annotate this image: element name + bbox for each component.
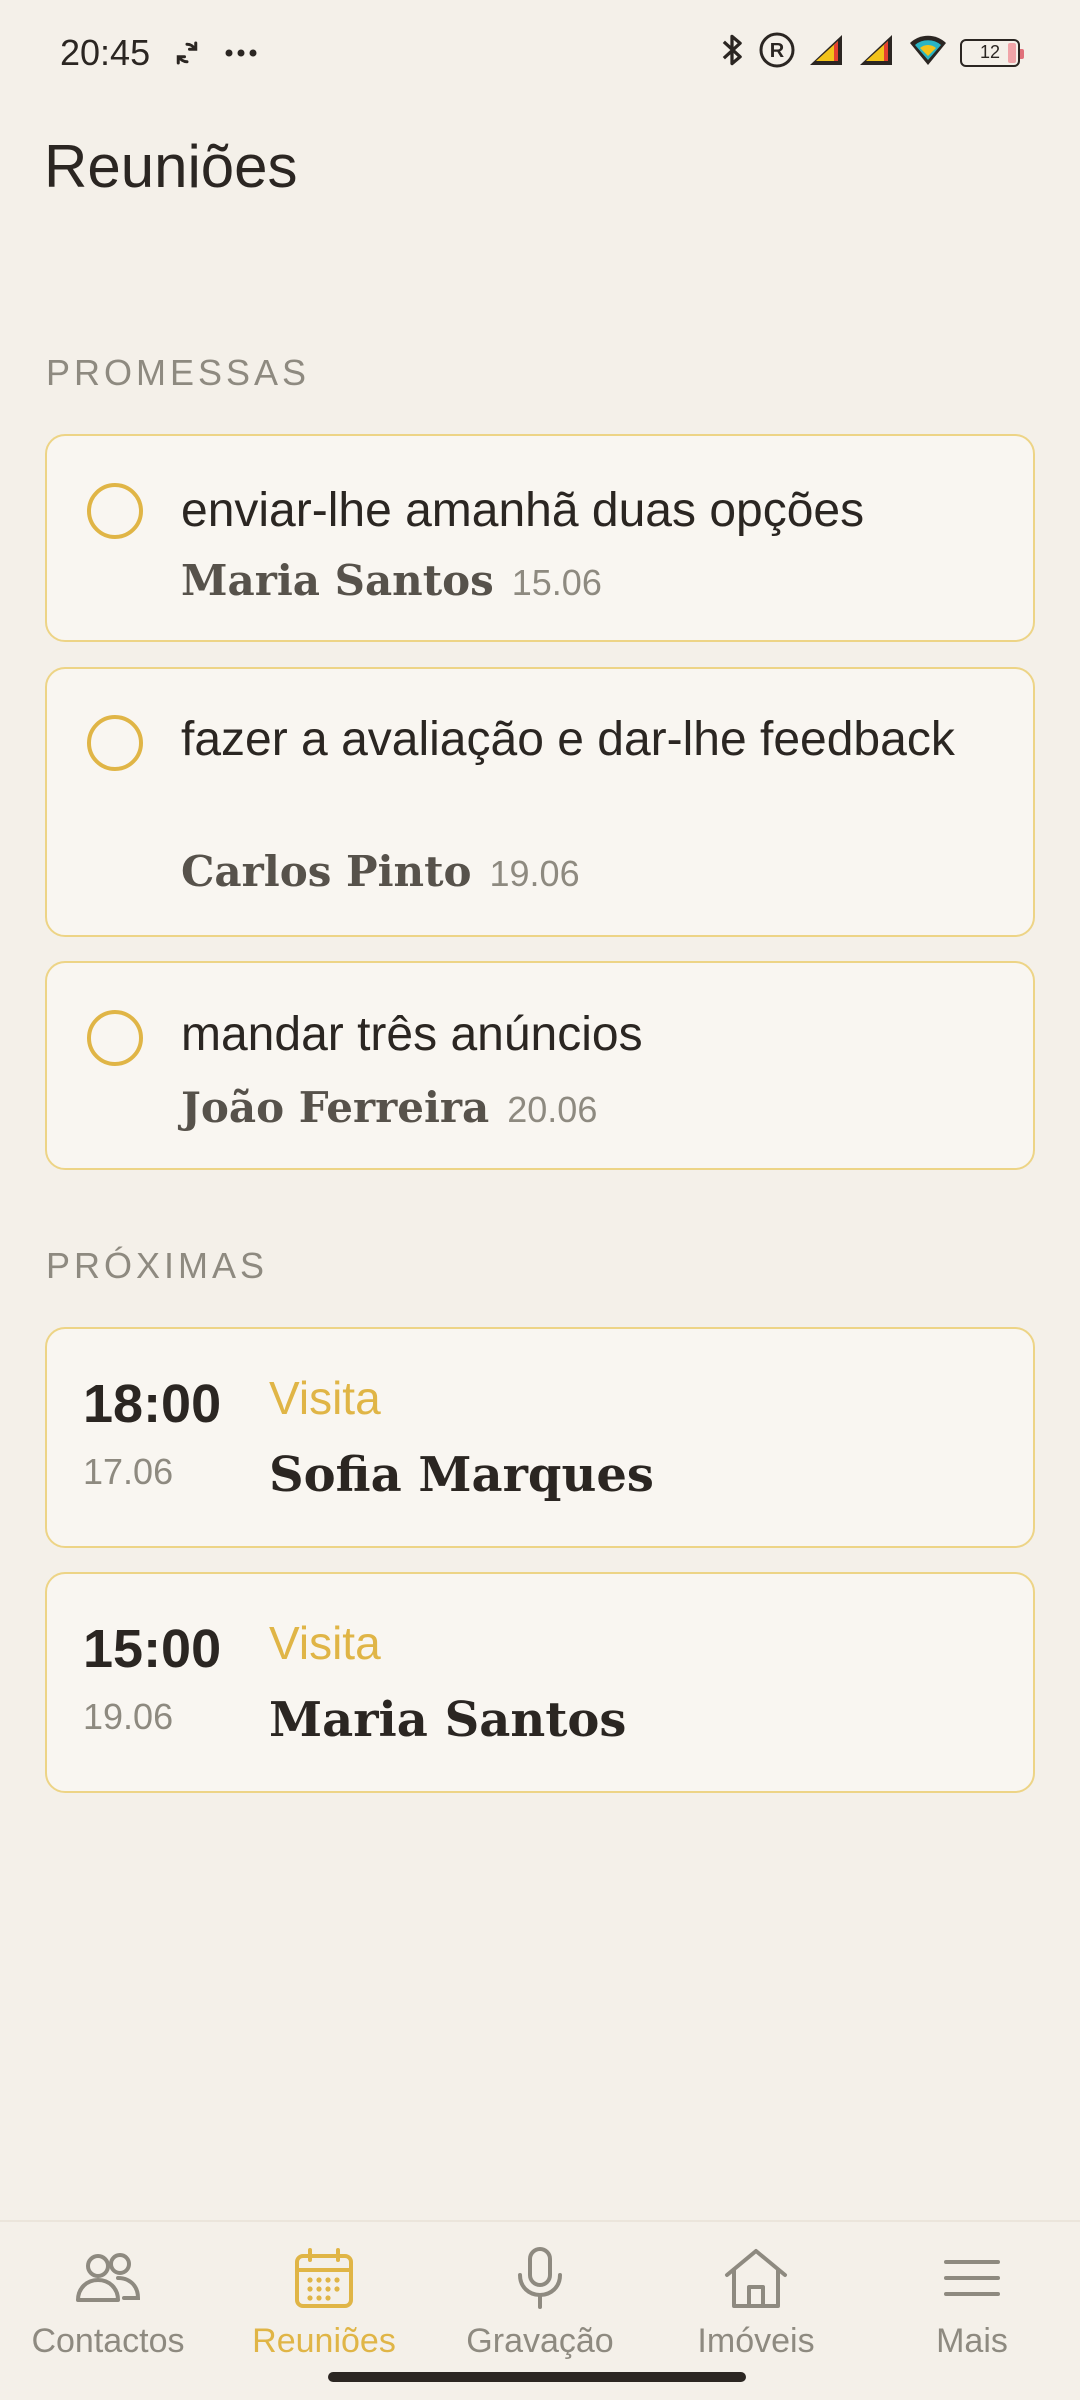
section-label-upcoming: PRÓXIMAS bbox=[46, 1245, 269, 1286]
nav-label: Reuniões bbox=[252, 2322, 396, 2360]
signal-icon bbox=[808, 33, 846, 72]
contacts-icon bbox=[72, 2240, 144, 2316]
meeting-type: Visita bbox=[269, 1372, 381, 1424]
meeting-person: Maria Santos bbox=[269, 1692, 627, 1748]
promise-person: Carlos Pinto bbox=[181, 847, 472, 896]
promise-checkbox[interactable] bbox=[87, 483, 143, 539]
promise-checkbox[interactable] bbox=[87, 715, 143, 771]
status-bar: 20:45 R 12 bbox=[0, 0, 1080, 105]
promise-date: 15.06 bbox=[511, 562, 602, 603]
battery-icon: 12 bbox=[960, 38, 1024, 67]
nav-item-imoveis[interactable]: Imóveis bbox=[648, 2240, 864, 2370]
home-indicator[interactable] bbox=[328, 2372, 746, 2382]
nav-item-reunioes[interactable]: Reuniões bbox=[216, 2240, 432, 2370]
promise-person: João Ferreira bbox=[181, 1083, 490, 1132]
registered-icon: R bbox=[758, 31, 796, 74]
status-time: 20:45 bbox=[60, 31, 151, 73]
meeting-type: Visita bbox=[269, 1617, 381, 1669]
bluetooth-icon bbox=[718, 31, 746, 74]
promise-text: enviar-lhe amanhã duas opções bbox=[181, 484, 865, 537]
meeting-time: 18:00 bbox=[83, 1374, 222, 1434]
nav-item-gravacao[interactable]: Gravação bbox=[432, 2240, 648, 2370]
nav-label: Contactos bbox=[31, 2322, 185, 2360]
house-icon bbox=[721, 2240, 791, 2316]
promise-person: Maria Santos bbox=[181, 556, 494, 605]
page-title: Reuniões bbox=[44, 133, 298, 200]
section-label-promises: PROMESSAS bbox=[46, 352, 311, 393]
promise-card[interactable]: fazer a avaliação e dar-lhe feedback Car… bbox=[45, 667, 1035, 937]
promise-date: 20.06 bbox=[507, 1089, 598, 1130]
nav-label: Imóveis bbox=[697, 2322, 815, 2360]
promise-checkbox[interactable] bbox=[87, 1010, 143, 1066]
meeting-date: 19.06 bbox=[83, 1696, 174, 1737]
meeting-date: 17.06 bbox=[83, 1451, 174, 1492]
meetings-screen: 20:45 R 12 Reuniões PROMESSAS enviar-lhe… bbox=[0, 0, 1080, 2400]
more-dots-icon bbox=[224, 48, 258, 58]
wifi-icon bbox=[908, 33, 948, 72]
meeting-time: 15:00 bbox=[83, 1619, 222, 1679]
meeting-person: Sofia Marques bbox=[269, 1447, 654, 1503]
svg-text:R: R bbox=[770, 40, 785, 62]
promise-card[interactable]: enviar-lhe amanhã duas opções Maria Sant… bbox=[45, 434, 1035, 642]
promise-text: mandar três anúncios bbox=[181, 1008, 643, 1061]
promise-card[interactable]: mandar três anúncios João Ferreira 20.06 bbox=[45, 961, 1035, 1170]
promise-date: 19.06 bbox=[489, 853, 580, 894]
nav-label: Mais bbox=[936, 2322, 1008, 2360]
microphone-icon bbox=[512, 2240, 568, 2316]
promise-text: fazer a avaliação e dar-lhe feedback bbox=[181, 713, 955, 766]
menu-icon bbox=[942, 2240, 1002, 2316]
battery-level: 12 bbox=[979, 42, 1001, 62]
meeting-card[interactable]: 18:00 17.06 Visita Sofia Marques bbox=[45, 1327, 1035, 1548]
calendar-icon bbox=[292, 2240, 356, 2316]
sync-icon bbox=[172, 38, 202, 68]
meeting-card[interactable]: 15:00 19.06 Visita Maria Santos bbox=[45, 1572, 1035, 1793]
nav-item-mais[interactable]: Mais bbox=[864, 2240, 1080, 2370]
signal-icon-2 bbox=[858, 33, 896, 72]
nav-label: Gravação bbox=[466, 2322, 614, 2360]
nav-item-contactos[interactable]: Contactos bbox=[0, 2240, 216, 2370]
